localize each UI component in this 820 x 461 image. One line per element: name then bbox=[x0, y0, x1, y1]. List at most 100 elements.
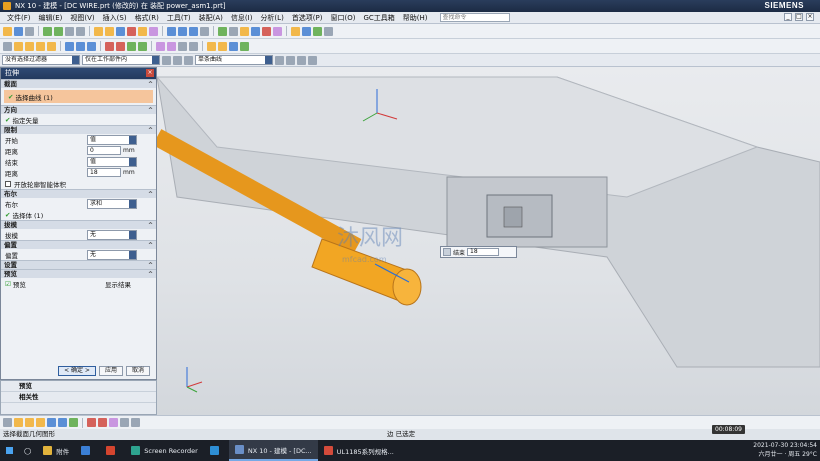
unite-icon[interactable] bbox=[65, 41, 74, 51]
dialog-close-icon[interactable]: × bbox=[146, 69, 154, 77]
move-face-icon[interactable] bbox=[207, 41, 216, 51]
section-header-draft[interactable]: 拔模 bbox=[1, 220, 156, 230]
fillet-icon[interactable] bbox=[109, 418, 118, 427]
pattern-icon[interactable] bbox=[167, 41, 176, 51]
taskbar-item-pdf[interactable]: UL1185系列规格... bbox=[318, 440, 400, 461]
sketch-icon[interactable] bbox=[94, 26, 103, 36]
split-body-icon[interactable] bbox=[189, 41, 198, 51]
wireframe-icon[interactable] bbox=[229, 26, 238, 36]
onscreen-end-value[interactable]: 18 bbox=[467, 248, 500, 256]
menu-information[interactable]: 信息(I) bbox=[227, 13, 257, 23]
trim-body-icon[interactable] bbox=[178, 41, 187, 51]
subtract-icon[interactable] bbox=[76, 41, 85, 51]
sphere-icon[interactable] bbox=[47, 41, 56, 51]
assembly-icon[interactable] bbox=[251, 26, 260, 36]
layer-icon[interactable] bbox=[240, 26, 249, 36]
end-distance-input[interactable]: 18 bbox=[87, 168, 121, 177]
taskbar-search-icon[interactable]: ◯ bbox=[18, 440, 37, 461]
menu-format[interactable]: 格式(R) bbox=[131, 13, 163, 23]
show-result-label[interactable]: 显示结果 bbox=[105, 279, 131, 289]
cut-icon[interactable] bbox=[65, 26, 74, 36]
snap-icon[interactable] bbox=[173, 55, 182, 65]
snap-icon[interactable] bbox=[3, 418, 12, 427]
revolve-icon[interactable] bbox=[116, 26, 125, 36]
select-body-row[interactable]: ✔ 选择体 (1) bbox=[1, 209, 156, 220]
menu-assemblies[interactable]: 装配(A) bbox=[195, 13, 227, 23]
graphics-viewport[interactable]: 沐风网 mfcad.com bbox=[157, 67, 820, 415]
snap-endpoint-icon[interactable] bbox=[275, 55, 284, 65]
copy-icon[interactable] bbox=[76, 26, 85, 36]
blend-icon[interactable] bbox=[149, 26, 158, 36]
command-search-input[interactable] bbox=[439, 13, 510, 22]
edge-blend-icon[interactable] bbox=[116, 41, 125, 51]
arc-icon[interactable] bbox=[25, 418, 34, 427]
shaded-icon[interactable] bbox=[218, 26, 227, 36]
draft-dropdown[interactable]: 无 bbox=[87, 229, 137, 240]
save-icon[interactable] bbox=[25, 26, 34, 36]
measure-icon[interactable] bbox=[262, 26, 271, 36]
pan-icon[interactable] bbox=[200, 26, 209, 36]
analysis-icon[interactable] bbox=[273, 26, 282, 36]
section-header-offset[interactable]: 偏置 bbox=[1, 240, 156, 250]
cancel-button[interactable]: 取消 bbox=[125, 366, 150, 376]
section-header-limits[interactable]: 限制 bbox=[1, 125, 156, 135]
menu-edit[interactable]: 编辑(E) bbox=[35, 13, 67, 23]
rotate-icon[interactable] bbox=[189, 26, 198, 36]
rectangle-icon[interactable] bbox=[47, 418, 56, 427]
taskbar-item-attachments[interactable]: 附件 bbox=[37, 440, 75, 461]
new-icon[interactable] bbox=[3, 26, 12, 36]
extend-icon[interactable] bbox=[98, 418, 107, 427]
system-tray-clock[interactable]: 2021-07-30 23:04:54 六月廿一 · 周五 29°C bbox=[753, 441, 817, 459]
menu-tools[interactable]: 工具(T) bbox=[163, 13, 195, 23]
chamfer-icon[interactable] bbox=[105, 41, 114, 51]
apply-button[interactable]: 应用 bbox=[98, 366, 123, 376]
datum-plane-icon[interactable] bbox=[291, 26, 300, 36]
taskbar-item-nx[interactable]: NX 10 - 建模 - [DC... bbox=[228, 440, 318, 461]
menu-preferences[interactable]: 首选项(P) bbox=[288, 13, 327, 23]
type-filter-dropdown[interactable]: 没有选择过滤器 bbox=[2, 55, 80, 65]
taskbar-item-edge[interactable] bbox=[204, 440, 229, 461]
end-distance-onscreen-input[interactable]: 结束 18 bbox=[440, 246, 517, 258]
menu-view[interactable]: 视图(V) bbox=[66, 13, 98, 23]
mirror-icon[interactable] bbox=[156, 41, 165, 51]
draft-icon[interactable] bbox=[138, 41, 147, 51]
specify-vector-row[interactable]: ✔ 指定矢量 bbox=[1, 114, 156, 125]
close-button[interactable]: × bbox=[806, 13, 814, 21]
menu-window[interactable]: 窗口(O) bbox=[327, 13, 360, 23]
zoom-icon[interactable] bbox=[178, 26, 187, 36]
spline-icon[interactable] bbox=[69, 418, 78, 427]
menu-insert[interactable]: 插入(S) bbox=[99, 13, 131, 23]
section-header-boolean[interactable]: 布尔 bbox=[1, 189, 156, 199]
open-icon[interactable] bbox=[14, 26, 23, 36]
delete-face-icon[interactable] bbox=[240, 41, 249, 51]
circle-icon[interactable] bbox=[36, 418, 45, 427]
cylinder-icon[interactable] bbox=[25, 41, 34, 51]
open-profile-checkbox[interactable] bbox=[5, 180, 11, 187]
start-type-dropdown[interactable]: 值 bbox=[87, 134, 137, 145]
section-header-section[interactable]: 截面 bbox=[1, 79, 156, 89]
snap-midpoint-icon[interactable] bbox=[286, 55, 295, 65]
reset-filter-icon[interactable] bbox=[184, 55, 193, 65]
section-header-settings[interactable]: 设置 bbox=[1, 260, 156, 270]
point-icon[interactable] bbox=[313, 26, 322, 36]
start-button[interactable] bbox=[0, 440, 18, 461]
navigator-dependencies[interactable]: 相关性 bbox=[1, 392, 156, 403]
section-header-direction[interactable]: 方向 bbox=[1, 105, 156, 115]
start-distance-input[interactable]: 0 bbox=[87, 146, 121, 155]
taskbar-item-app[interactable] bbox=[75, 440, 100, 461]
boss-icon[interactable] bbox=[138, 26, 147, 36]
line-icon[interactable] bbox=[14, 418, 23, 427]
project-icon[interactable] bbox=[131, 418, 140, 427]
intersect-icon[interactable] bbox=[87, 41, 96, 51]
curve-rule-dropdown[interactable]: 单条曲线 bbox=[195, 55, 273, 65]
snap-quadrant-icon[interactable] bbox=[308, 55, 317, 65]
section-header-preview[interactable]: 预览 bbox=[1, 269, 156, 279]
offset-dropdown[interactable]: 无 bbox=[87, 249, 137, 260]
datum-axis-icon[interactable] bbox=[302, 26, 311, 36]
menu-analysis[interactable]: 分析(L) bbox=[256, 13, 287, 23]
snap-center-icon[interactable] bbox=[297, 55, 306, 65]
extrude-icon[interactable] bbox=[105, 26, 114, 36]
polygon-icon[interactable] bbox=[58, 418, 67, 427]
shell-icon[interactable] bbox=[127, 41, 136, 51]
restore-button[interactable]: □ bbox=[795, 13, 803, 21]
